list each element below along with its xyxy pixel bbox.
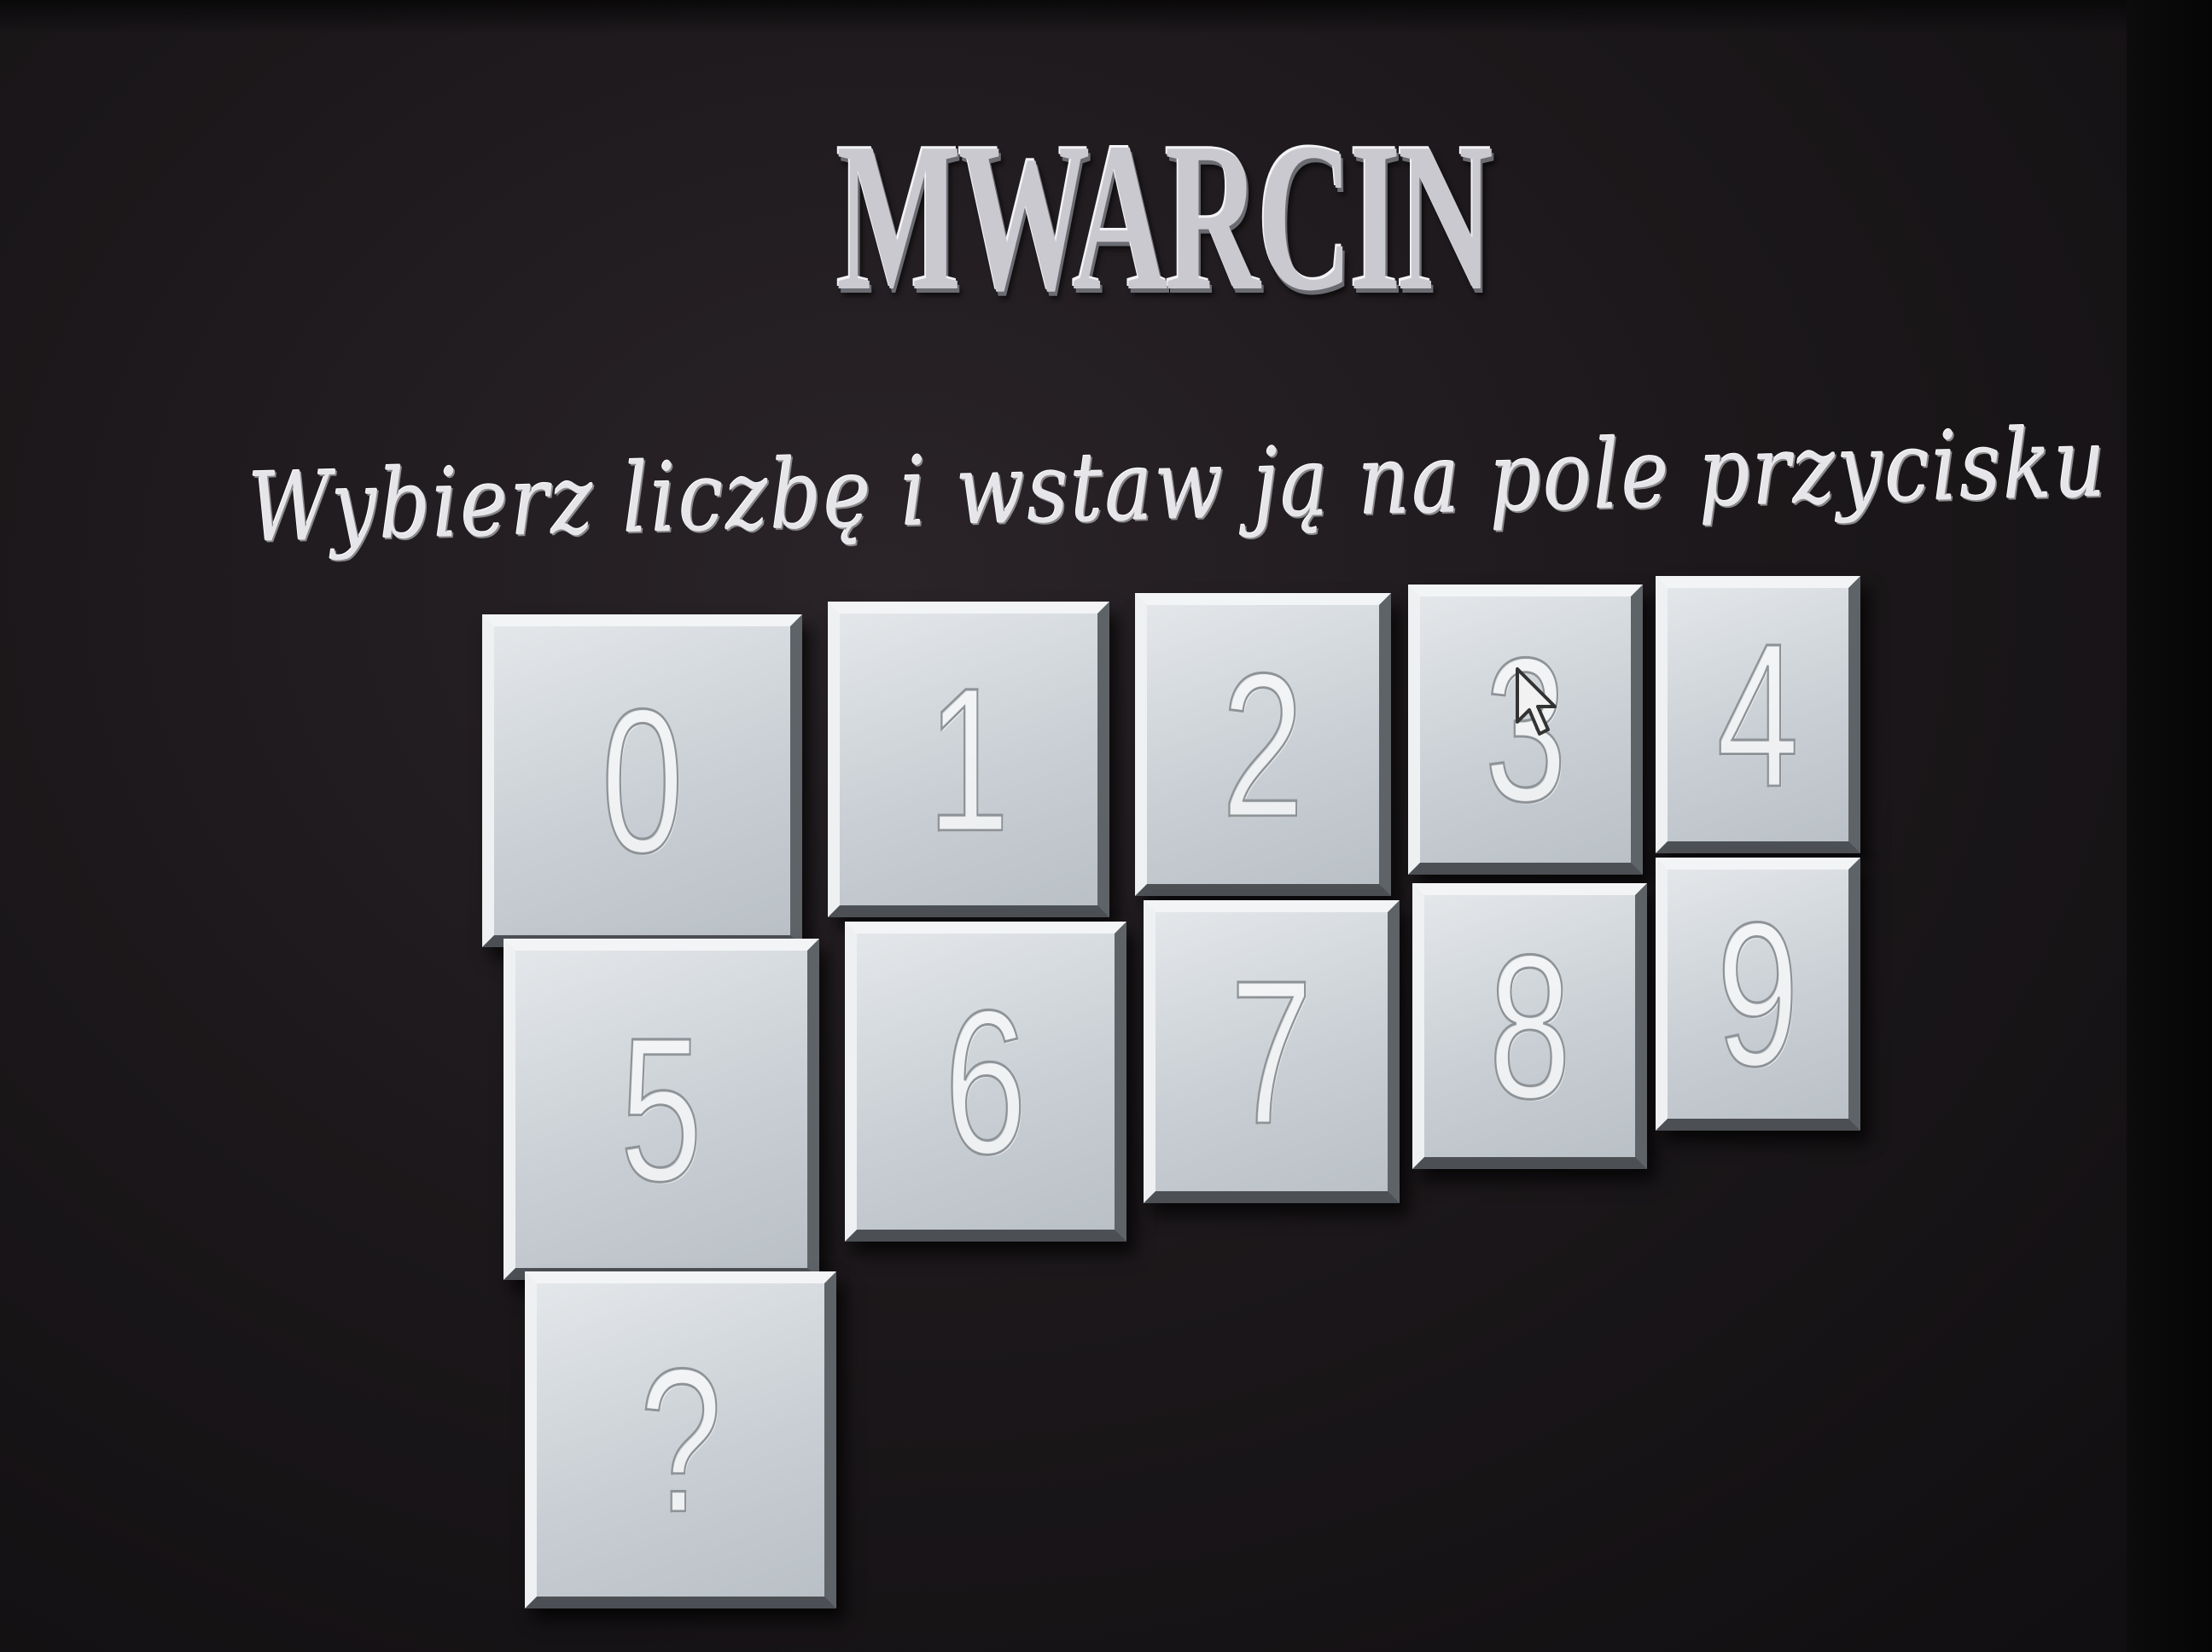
monitor-bezel-right [2127,0,2212,1652]
key-5-label: 5 [620,995,703,1224]
key-8[interactable]: 8 [1412,883,1647,1169]
key-6-label: 6 [944,967,1027,1196]
key-9-label: 9 [1716,880,1800,1108]
key-2[interactable]: 2 [1135,593,1391,896]
mouse-pointer-icon [1516,667,1557,736]
key-help[interactable]: ? [525,1271,836,1608]
key-0[interactable]: 0 [482,614,802,947]
number-keypad: 0 1 2 3 4 5 6 7 8 9 ? [0,0,2125,1618]
key-4-label: 4 [1716,600,1800,829]
key-9[interactable]: 9 [1656,858,1860,1131]
key-help-label: ? [638,1325,722,1555]
key-4[interactable]: 4 [1656,576,1860,853]
key-5[interactable]: 5 [504,939,819,1280]
key-1[interactable]: 1 [828,602,1109,917]
key-8-label: 8 [1487,911,1571,1141]
key-0-label: 0 [600,666,684,895]
key-6[interactable]: 6 [845,922,1126,1242]
key-1-label: 1 [927,645,1010,874]
monitor-screen: MWARCIN Wybierz liczbę i wstaw ją na pol… [0,0,2212,1652]
key-7[interactable]: 7 [1144,900,1400,1203]
key-7-label: 7 [1230,937,1313,1166]
key-2-label: 2 [1221,630,1305,859]
